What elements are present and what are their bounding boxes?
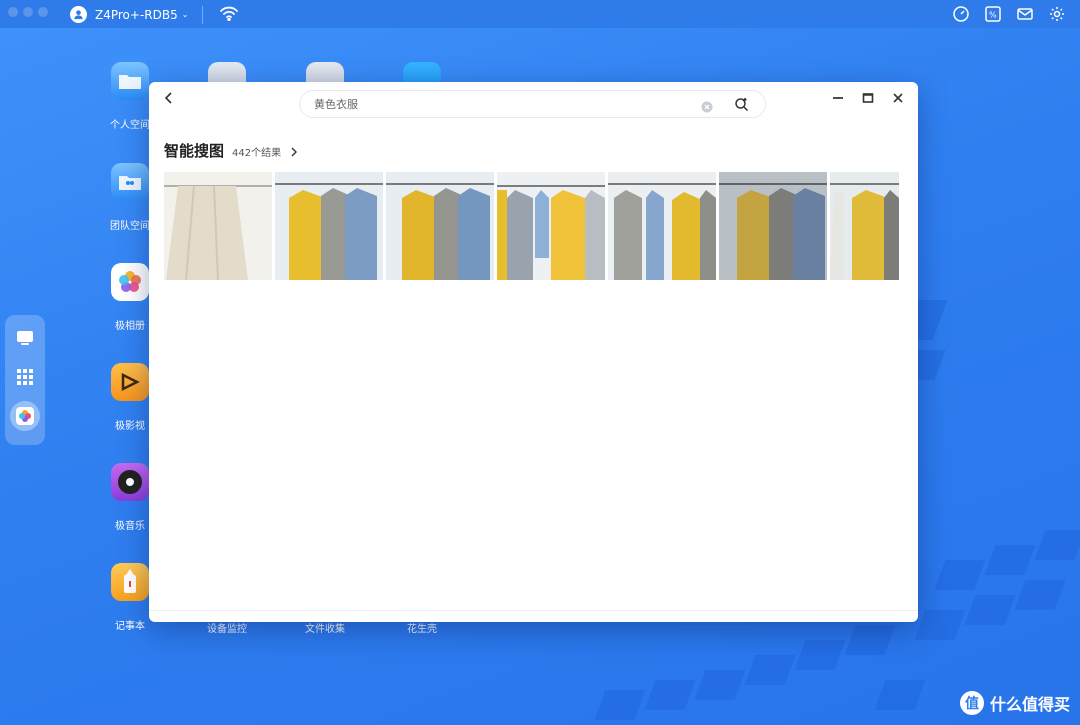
app-label-device-monitor: 设备监控 (207, 624, 247, 635)
logo-text: 什么值得买 (989, 695, 1070, 714)
image-search-icon[interactable] (734, 97, 749, 112)
apps-grid-icon[interactable] (10, 362, 40, 392)
photo-thumbnail[interactable] (830, 172, 899, 280)
gear-icon[interactable] (1048, 5, 1066, 23)
chevron-right-icon (289, 142, 299, 157)
maximize-icon[interactable] (860, 90, 876, 106)
window-controls (8, 7, 48, 17)
search-input[interactable] (312, 96, 696, 112)
logo-mark: 值 (959, 691, 984, 715)
zoom-dot[interactable] (38, 7, 48, 17)
app-label: 记事本 (115, 621, 145, 632)
svg-text:%: % (989, 11, 997, 20)
mail-icon[interactable] (1016, 5, 1034, 23)
dock (5, 315, 45, 445)
top-right-tools: % (952, 5, 1066, 23)
minimize-dot[interactable] (23, 7, 33, 17)
clear-icon[interactable] (701, 98, 713, 113)
close-icon[interactable] (890, 90, 906, 106)
app-label: 团队空间 (110, 221, 150, 232)
device-name: Z4Pro+-RDB5 (95, 7, 178, 22)
brand-logo: 值 什么值得买 (959, 691, 1070, 715)
app-label: 极音乐 (115, 521, 145, 532)
photo-search-window: 智能搜图 442个结果 (149, 82, 918, 622)
app-label-peanut-shell: 花生壳 (407, 624, 437, 635)
music-disc-icon (111, 463, 149, 501)
app-label: 个人空间 (110, 120, 150, 131)
wifi-icon[interactable] (219, 5, 239, 24)
notepad-icon (111, 563, 149, 601)
section-title: 智能搜图 (164, 142, 225, 160)
photo-thumbnail[interactable] (719, 172, 827, 280)
monitor-icon[interactable] (10, 323, 40, 353)
thumbnail-row (164, 172, 899, 280)
chevron-down-icon: ⌄ (181, 10, 189, 19)
folder-icon (111, 62, 149, 100)
photo-thumbnail[interactable] (386, 172, 494, 280)
photo-thumbnail[interactable] (497, 172, 605, 280)
photo-thumbnail[interactable] (608, 172, 716, 280)
window-buttons (830, 90, 906, 106)
close-dot[interactable] (8, 7, 18, 17)
user-avatar-icon (70, 6, 87, 23)
result-count: 442个结果 (232, 148, 282, 159)
top-bar: Z4Pro+-RDB5 ⌄ % (0, 0, 1080, 28)
divider (149, 610, 918, 611)
smart-search-header[interactable]: 智能搜图 442个结果 (164, 140, 299, 161)
speedometer-icon[interactable] (952, 5, 970, 23)
app-label: 极影视 (115, 421, 145, 432)
minimize-icon[interactable] (830, 90, 846, 106)
photo-thumbnail[interactable] (275, 172, 383, 280)
photo-thumbnail[interactable] (164, 172, 272, 280)
search-bar (299, 90, 766, 118)
photos-icon (111, 263, 149, 301)
app-label-file-collect: 文件收集 (305, 624, 345, 635)
photos-icon[interactable] (10, 401, 40, 431)
device-selector[interactable]: Z4Pro+-RDB5 ⌄ (70, 5, 239, 24)
percent-icon[interactable]: % (984, 5, 1002, 23)
video-icon (111, 363, 149, 401)
app-label: 极相册 (115, 321, 145, 332)
team-folder-icon (111, 163, 149, 201)
back-arrow-icon[interactable] (161, 90, 177, 106)
divider (202, 5, 204, 24)
